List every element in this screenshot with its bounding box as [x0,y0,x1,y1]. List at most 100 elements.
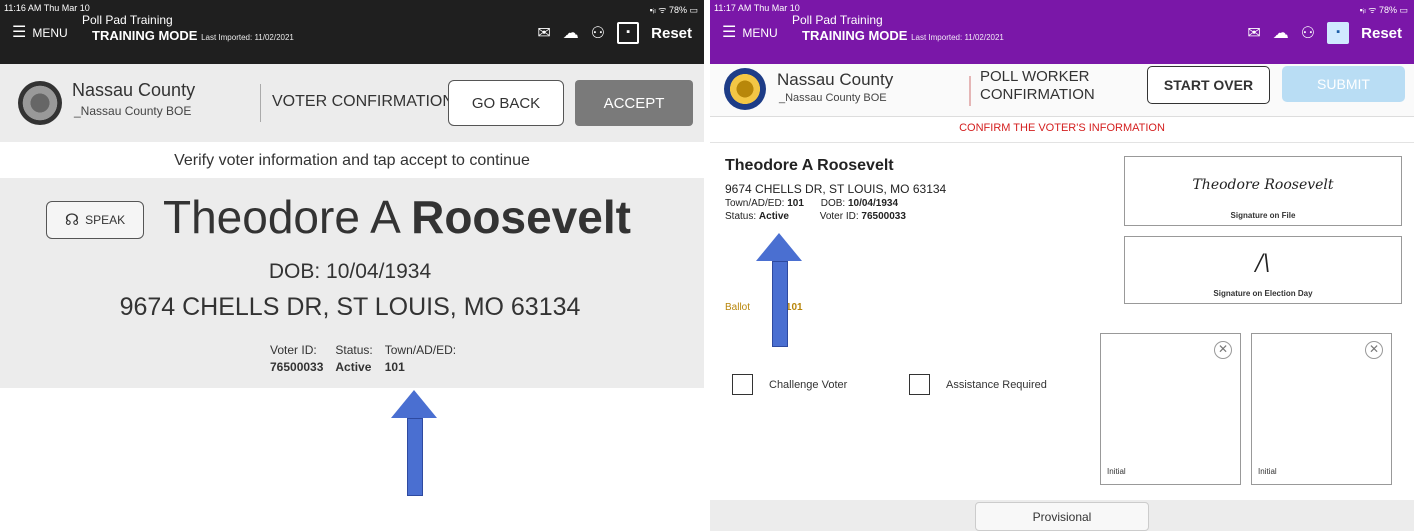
challenge-voter-label: Challenge Voter [769,378,848,391]
ballot-label: Ballot [725,302,751,313]
town-label: Town/AD/ED: [384,343,457,357]
header-divider [969,76,971,106]
speak-label: SPEAK [85,213,126,227]
confirm-message: CONFIRM THE VOTER'S INFORMATION [959,122,1165,134]
top-icons: ✉ ☁ ⚇ ▪ Reset [537,22,692,44]
last-imported: Last Imported: 11/02/2021 [201,33,294,42]
screen-title: VOTER CONFIRMATION [272,93,454,110]
county-seal-logo [18,81,62,125]
challenge-voter-checkbox[interactable]: Challenge Voter [732,374,847,395]
voter-row-1: Town/AD/ED: 101 DOB: 10/04/1934 [725,198,898,209]
status-label: Status: [725,211,757,222]
status-time: 11:16 AM Thu Mar 10 [4,3,90,13]
app-title: Poll Pad Training [792,13,883,27]
reset-button[interactable]: Reset [651,25,692,42]
voter-first-name: Theodore A [163,191,399,243]
status-label: Status: [335,343,373,357]
instruction-text: Verify voter information and tap accept … [174,152,530,169]
users-icon[interactable]: ⚇ [1301,23,1315,43]
header-divider [260,84,261,122]
town-value: 101 [787,198,804,209]
checkbox-box[interactable] [909,374,930,395]
status-value: Active [758,211,789,222]
town-col: Town/AD/ED: 101 [385,343,456,374]
initial-box-1[interactable]: ✕ Initial [1100,333,1241,485]
assistance-required-label: Assistance Required [946,378,1047,391]
org-name: Nassau County [777,70,894,89]
go-back-button[interactable]: GO BACK [448,80,564,126]
status-value: Active [335,360,372,374]
signature-election-day-label: Signature on Election Day [1213,289,1313,298]
mail-icon[interactable]: ✉ [1247,23,1260,43]
clear-x-icon[interactable]: ✕ [1214,341,1232,359]
voter-id-label: Voter ID: [270,343,317,357]
reset-button[interactable]: Reset [1361,25,1402,42]
menu-label: MENU [32,26,68,40]
signature-on-file-box: Theodore Roosevelt Signature on File [1124,156,1402,226]
voter-id-col: Voter ID: 76500033 [270,343,323,374]
header: Nassau County _Nassau County BOE VOTER C… [0,64,704,142]
voter-card: ☊ SPEAK Theodore A Roosevelt DOB: 10/04/… [0,178,704,388]
screen-title-line1: POLL WORKER [980,68,1090,85]
annotation-arrow-up-icon [756,233,802,347]
menu-button[interactable]: ☰ MENU [722,24,778,41]
signature-on-file-image: Theodore Roosevelt [1192,177,1334,193]
hamburger-icon: ☰ [722,24,737,41]
battery-status: ▪ᵢₗ ᯤ 78% ▭ [1359,5,1408,15]
mail-icon[interactable]: ✉ [537,23,550,43]
header: Nassau County _Nassau County BOE POLL WO… [710,64,1414,117]
org-name: Nassau County [72,80,196,100]
status-col: Status: Active [335,343,372,374]
screen-title-line2: CONFIRMATION [980,86,1095,103]
speaker-head-icon: ☊ [64,212,80,229]
voter-last-name: Roosevelt [411,191,631,243]
initial-label: Initial [1258,467,1277,476]
county-seal-logo [724,68,766,110]
dob-value: 10/04/1934 [847,198,899,209]
training-mode-label: TRAINING MODE Last Imported: 11/02/2021 [802,28,1004,43]
initial-box-2[interactable]: ✕ Initial [1251,333,1392,485]
screen-icon[interactable]: ▪ [1327,22,1350,44]
battery-status: ▪ᵢₗ ᯤ 78% ▭ [649,5,698,15]
screen-icon[interactable]: ▪ [617,22,640,44]
poll-worker-confirmation-screen: 11:17 AM Thu Mar 10 ▪ᵢₗ ᯤ 78% ▭ ☰ MENU P… [710,0,1414,531]
cloud-icon[interactable]: ☁ [563,23,579,43]
top-icons: ✉ ☁ ⚇ ▪ Reset [1247,22,1402,44]
confirm-divider [710,142,1414,143]
voter-confirmation-screen: 11:16 AM Thu Mar 10 ▪ᵢₗ ᯤ 78% ▭ ☰ MENU P… [0,0,704,531]
app-title: Poll Pad Training [82,13,173,27]
provisional-button[interactable]: Provisional [975,502,1149,531]
voter-row-2: Status: Active Voter ID: 76500033 [725,211,906,222]
speak-button[interactable]: ☊ SPEAK [46,201,144,239]
signature-on-file-label: Signature on File [1230,211,1296,220]
initial-label: Initial [1107,467,1126,476]
voter-meta: Voter ID: 76500033 Status: Active Town/A… [270,343,456,374]
checkbox-box[interactable] [732,374,753,395]
accept-button[interactable]: ACCEPT [575,80,693,126]
users-icon[interactable]: ⚇ [591,23,605,43]
voter-address: 9674 CHELLS DR, ST LOUIS, MO 63134 [725,182,947,196]
town-label: Town/AD/ED: [725,198,785,209]
annotation-arrow-up-icon [391,390,437,496]
assistance-required-checkbox[interactable]: Assistance Required [909,374,1047,395]
voter-name: Theodore A Roosevelt [163,190,631,244]
mode-label: TRAINING MODE [92,28,198,43]
voter-address: 9674 CHELLS DR, ST LOUIS, MO 63134 [119,293,581,321]
voter-id-value: 76500033 [861,211,906,222]
screen-title: POLL WORKER CONFIRMATION [980,68,1095,104]
cloud-icon[interactable]: ☁ [1273,23,1289,43]
org-subtitle: _Nassau County BOE [74,104,192,118]
status-time: 11:17 AM Thu Mar 10 [714,3,800,13]
voter-id-value: 76500033 [270,360,324,374]
clear-x-icon[interactable]: ✕ [1365,341,1383,359]
org-subtitle: _Nassau County BOE [779,92,887,104]
menu-button[interactable]: ☰ MENU [12,25,68,41]
start-over-button[interactable]: START OVER [1147,66,1270,104]
town-value: 101 [384,360,405,374]
mode-label: TRAINING MODE [802,28,908,43]
signature-election-day-box[interactable]: /\ Signature on Election Day [1124,236,1402,304]
dob-label: DOB: [820,198,846,209]
submit-button[interactable]: SUBMIT [1282,66,1405,102]
signature-election-day-image: /\ [1255,251,1271,276]
top-bar: 11:17 AM Thu Mar 10 ▪ᵢₗ ᯤ 78% ▭ ☰ MENU P… [710,0,1414,64]
